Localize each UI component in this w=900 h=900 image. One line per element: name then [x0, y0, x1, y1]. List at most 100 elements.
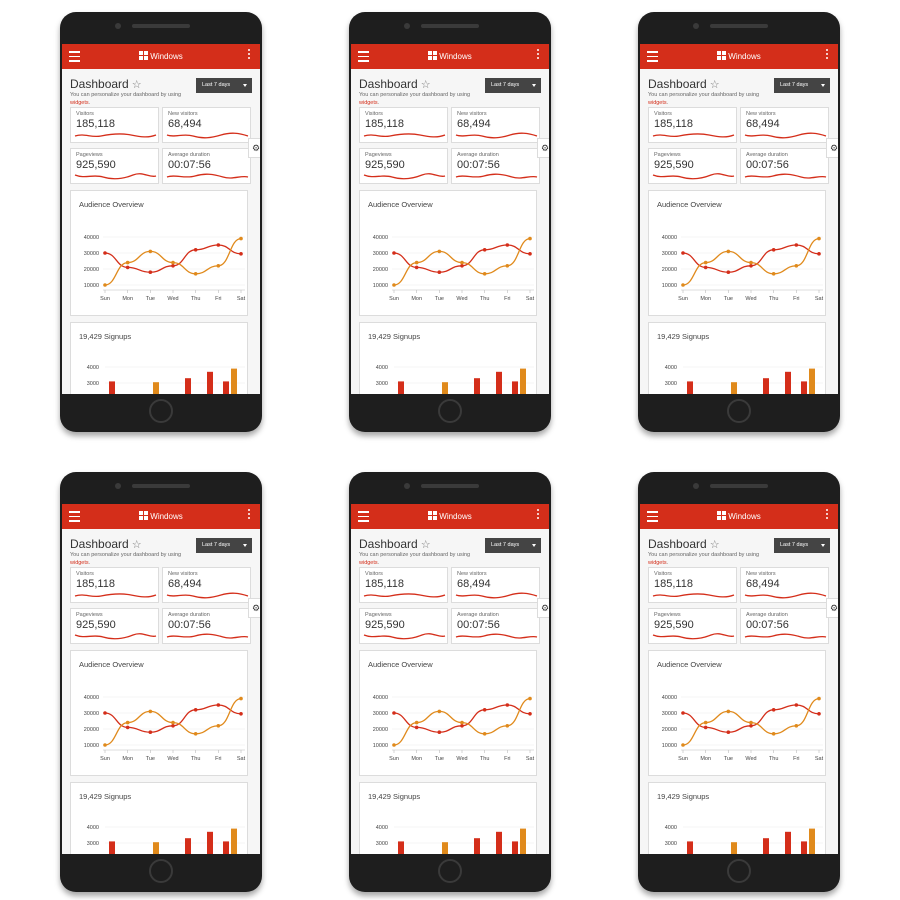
- signup-bar[interactable]: [763, 378, 769, 394]
- data-point[interactable]: [148, 270, 153, 274]
- star-icon[interactable]: ☆: [421, 79, 431, 91]
- data-point[interactable]: [193, 708, 198, 712]
- data-point[interactable]: [771, 248, 776, 252]
- data-point[interactable]: [216, 243, 221, 247]
- stat-visitors[interactable]: Visitors 185,118: [70, 567, 159, 603]
- signup-bar[interactable]: [785, 371, 791, 394]
- data-point[interactable]: [794, 703, 799, 707]
- stat-average-duration[interactable]: Average duration 00:07:56: [162, 608, 251, 644]
- data-point[interactable]: [771, 732, 776, 736]
- data-point[interactable]: [103, 283, 107, 287]
- signup-bar[interactable]: [223, 841, 229, 854]
- widgets-link[interactable]: widgets: [359, 560, 378, 566]
- stat-pageviews[interactable]: Pageviews 925,590: [648, 148, 737, 184]
- data-point[interactable]: [414, 720, 419, 725]
- star-icon[interactable]: ☆: [132, 79, 142, 91]
- stat-visitors[interactable]: Visitors 185,118: [648, 107, 737, 143]
- data-point[interactable]: [703, 260, 708, 265]
- signup-bar[interactable]: [687, 381, 693, 394]
- signup-bar[interactable]: [185, 838, 191, 854]
- data-point[interactable]: [103, 251, 107, 255]
- data-point[interactable]: [414, 265, 419, 270]
- data-point[interactable]: [460, 260, 464, 265]
- gear-icon[interactable]: ⚙: [248, 138, 260, 158]
- stat-visitors[interactable]: Visitors 185,118: [70, 107, 159, 143]
- data-point[interactable]: [437, 709, 442, 714]
- data-point[interactable]: [703, 265, 708, 270]
- data-point[interactable]: [817, 236, 821, 241]
- data-point[interactable]: [817, 696, 821, 701]
- data-point[interactable]: [726, 249, 731, 254]
- stat-pageviews[interactable]: Pageviews 925,590: [359, 148, 448, 184]
- stat-new-visitors[interactable]: New visitors 68,494: [451, 567, 540, 603]
- data-point[interactable]: [103, 711, 107, 715]
- signup-bar[interactable]: [398, 841, 404, 854]
- data-point[interactable]: [171, 724, 175, 728]
- gear-icon[interactable]: ⚙: [826, 138, 838, 158]
- data-point[interactable]: [239, 236, 243, 241]
- home-button[interactable]: [149, 399, 173, 423]
- data-point[interactable]: [482, 272, 487, 276]
- date-range-dropdown[interactable]: Last 7 days: [774, 538, 830, 553]
- data-point[interactable]: [392, 711, 396, 715]
- data-point[interactable]: [148, 709, 153, 714]
- data-point[interactable]: [681, 711, 685, 715]
- data-point[interactable]: [505, 703, 510, 707]
- data-point[interactable]: [460, 724, 464, 728]
- date-range-dropdown[interactable]: Last 7 days: [774, 78, 830, 93]
- data-point[interactable]: [482, 248, 487, 252]
- star-icon[interactable]: ☆: [132, 539, 142, 551]
- signup-bar[interactable]: [512, 841, 518, 854]
- stat-pageviews[interactable]: Pageviews 925,590: [70, 148, 159, 184]
- signup-bar[interactable]: [153, 842, 159, 854]
- date-range-dropdown[interactable]: Last 7 days: [196, 78, 252, 93]
- stat-visitors[interactable]: Visitors 185,118: [359, 567, 448, 603]
- data-point[interactable]: [482, 708, 487, 712]
- data-point[interactable]: [528, 252, 532, 256]
- stat-average-duration[interactable]: Average duration 00:07:56: [740, 148, 829, 184]
- signup-bar[interactable]: [731, 382, 737, 394]
- data-point[interactable]: [528, 712, 532, 716]
- data-point[interactable]: [528, 696, 532, 701]
- data-point[interactable]: [505, 264, 510, 268]
- data-point[interactable]: [148, 249, 153, 254]
- data-point[interactable]: [193, 732, 198, 736]
- data-point[interactable]: [414, 260, 419, 265]
- gear-icon[interactable]: ⚙: [537, 138, 549, 158]
- data-point[interactable]: [216, 724, 221, 728]
- signup-bar[interactable]: [687, 841, 693, 854]
- data-point[interactable]: [749, 724, 753, 728]
- data-point[interactable]: [392, 251, 396, 255]
- data-point[interactable]: [437, 270, 442, 274]
- stat-new-visitors[interactable]: New visitors 68,494: [740, 107, 829, 143]
- data-point[interactable]: [103, 743, 107, 747]
- data-point[interactable]: [460, 720, 464, 725]
- signup-bar[interactable]: [442, 382, 448, 394]
- data-point[interactable]: [681, 283, 685, 287]
- signup-bar[interactable]: [442, 842, 448, 854]
- stat-pageviews[interactable]: Pageviews 925,590: [648, 608, 737, 644]
- signup-bar[interactable]: [496, 371, 502, 394]
- signup-bar[interactable]: [801, 841, 807, 854]
- data-point[interactable]: [437, 249, 442, 254]
- data-point[interactable]: [216, 703, 221, 707]
- signup-bar[interactable]: [398, 381, 404, 394]
- signup-bar[interactable]: [223, 381, 229, 394]
- data-point[interactable]: [125, 265, 130, 270]
- data-point[interactable]: [460, 264, 464, 268]
- date-range-dropdown[interactable]: Last 7 days: [196, 538, 252, 553]
- data-point[interactable]: [125, 260, 130, 265]
- widgets-link[interactable]: widgets: [648, 100, 667, 106]
- signup-bar[interactable]: [809, 828, 815, 854]
- widgets-link[interactable]: widgets: [359, 100, 378, 106]
- stat-new-visitors[interactable]: New visitors 68,494: [740, 567, 829, 603]
- stat-average-duration[interactable]: Average duration 00:07:56: [451, 148, 540, 184]
- more-vert-icon[interactable]: [248, 509, 251, 521]
- stat-visitors[interactable]: Visitors 185,118: [648, 567, 737, 603]
- signup-bar[interactable]: [785, 831, 791, 854]
- signup-bar[interactable]: [520, 828, 526, 854]
- more-vert-icon[interactable]: [826, 509, 829, 521]
- data-point[interactable]: [817, 712, 821, 716]
- signup-bar[interactable]: [512, 381, 518, 394]
- data-point[interactable]: [749, 260, 753, 265]
